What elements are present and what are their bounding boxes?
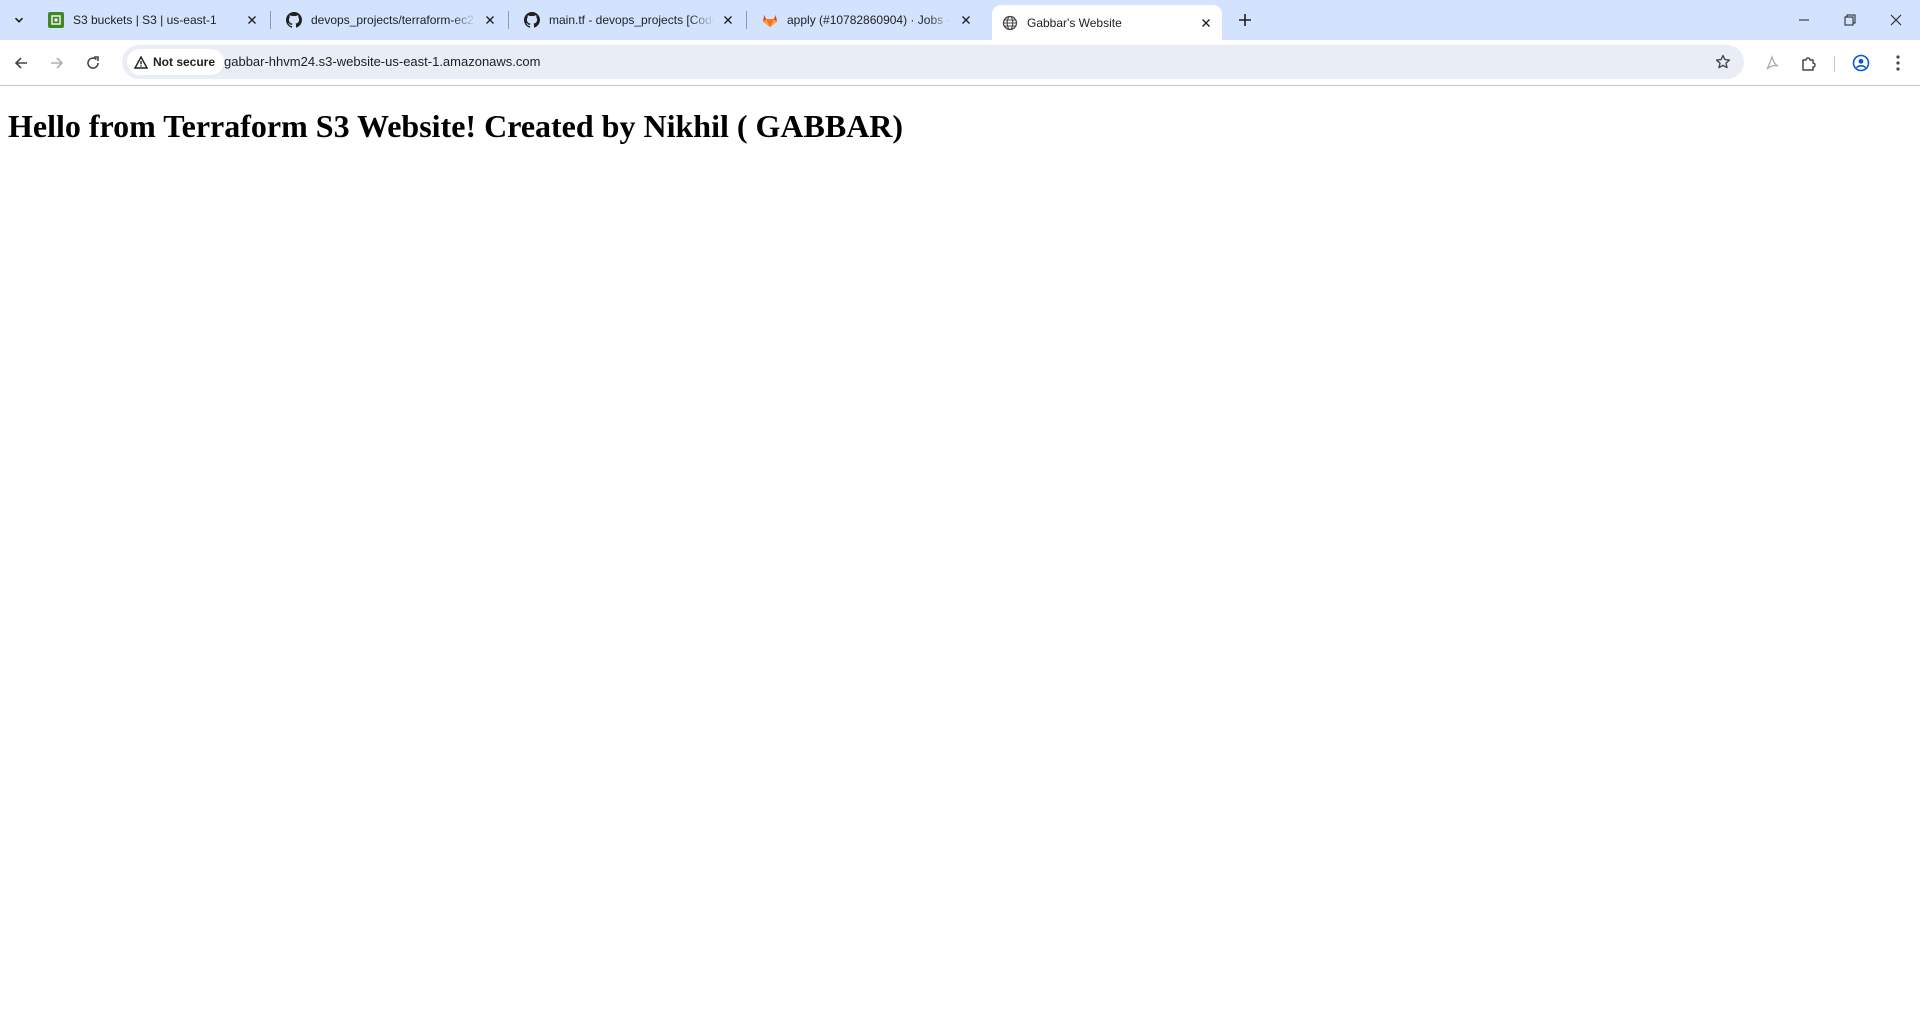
reload-icon — [87, 56, 99, 69]
back-button[interactable] — [5, 47, 37, 79]
pdf-reader-icon[interactable] — [1760, 51, 1784, 75]
tab-separator — [270, 11, 271, 29]
page-heading: Hello from Terraform S3 Website! Created… — [8, 108, 904, 144]
toolbar-separator — [1834, 56, 1835, 72]
aws-s3-icon — [48, 12, 64, 28]
chevron-down-icon — [14, 17, 24, 23]
browser-toolbar: Not secure gabbar-hhvm24.s3-website-us-e… — [0, 40, 1920, 86]
close-icon[interactable] — [482, 12, 498, 28]
menu-kebab-icon[interactable] — [1886, 51, 1910, 75]
restore-icon — [1844, 14, 1856, 26]
url-text[interactable]: gabbar-hhvm24.s3-website-us-east-1.amazo… — [224, 54, 540, 69]
gitlab-icon — [762, 12, 778, 28]
new-tab-button[interactable] — [1233, 8, 1257, 32]
tab-title: Gabbar's Website — [1027, 15, 1122, 30]
close-window-button[interactable] — [1873, 0, 1919, 40]
forward-button[interactable] — [41, 47, 73, 79]
plus-icon — [1239, 14, 1251, 26]
warning-triangle-icon — [134, 55, 148, 69]
globe-icon — [1002, 15, 1018, 31]
tab-gitlab-apply-job[interactable]: apply (#10782860904) · Jobs · D — [752, 5, 982, 35]
tab-github-terraform-ec2[interactable]: devops_projects/terraform-ec2 — [276, 5, 506, 35]
tab-github-main-tf[interactable]: main.tf - devops_projects [Code — [514, 5, 744, 35]
arrow-right-icon — [51, 57, 64, 69]
tab-strip: S3 buckets | S3 | us-east-1 devops_proje… — [0, 0, 1920, 40]
tab-search-button[interactable] — [5, 7, 33, 33]
reload-button[interactable] — [77, 47, 109, 79]
close-icon[interactable] — [958, 12, 974, 28]
tab-title: devops_projects/terraform-ec2 — [311, 13, 474, 27]
close-icon[interactable] — [720, 12, 736, 28]
github-icon — [286, 12, 302, 28]
minimize-button[interactable] — [1781, 0, 1827, 40]
restore-button[interactable] — [1827, 0, 1873, 40]
tab-title: S3 buckets | S3 | us-east-1 — [73, 13, 217, 27]
page-content: Hello from Terraform S3 Website! Created… — [0, 86, 1920, 1032]
security-label: Not secure — [153, 55, 216, 69]
tab-title: main.tf - devops_projects [Code — [549, 13, 714, 27]
security-indicator[interactable]: Not secure — [127, 49, 225, 75]
profile-avatar-icon[interactable] — [1849, 51, 1873, 75]
address-bar[interactable]: Not secure gabbar-hhvm24.s3-website-us-e… — [122, 45, 1744, 79]
close-icon[interactable] — [1198, 15, 1214, 31]
tab-s3-buckets[interactable]: S3 buckets | S3 | us-east-1 — [38, 5, 268, 35]
tab-gabbars-website[interactable]: Gabbar's Website — [992, 5, 1222, 40]
tab-separator — [508, 11, 509, 29]
close-icon[interactable] — [244, 12, 260, 28]
bookmark-star-icon[interactable] — [1714, 53, 1732, 71]
tab-separator — [746, 11, 747, 29]
arrow-left-icon — [14, 57, 27, 69]
tab-title: apply (#10782860904) · Jobs · D — [787, 13, 952, 27]
extensions-icon[interactable] — [1797, 51, 1821, 75]
github-icon — [524, 12, 540, 28]
close-icon — [1890, 14, 1902, 26]
minimize-icon — [1799, 19, 1809, 21]
